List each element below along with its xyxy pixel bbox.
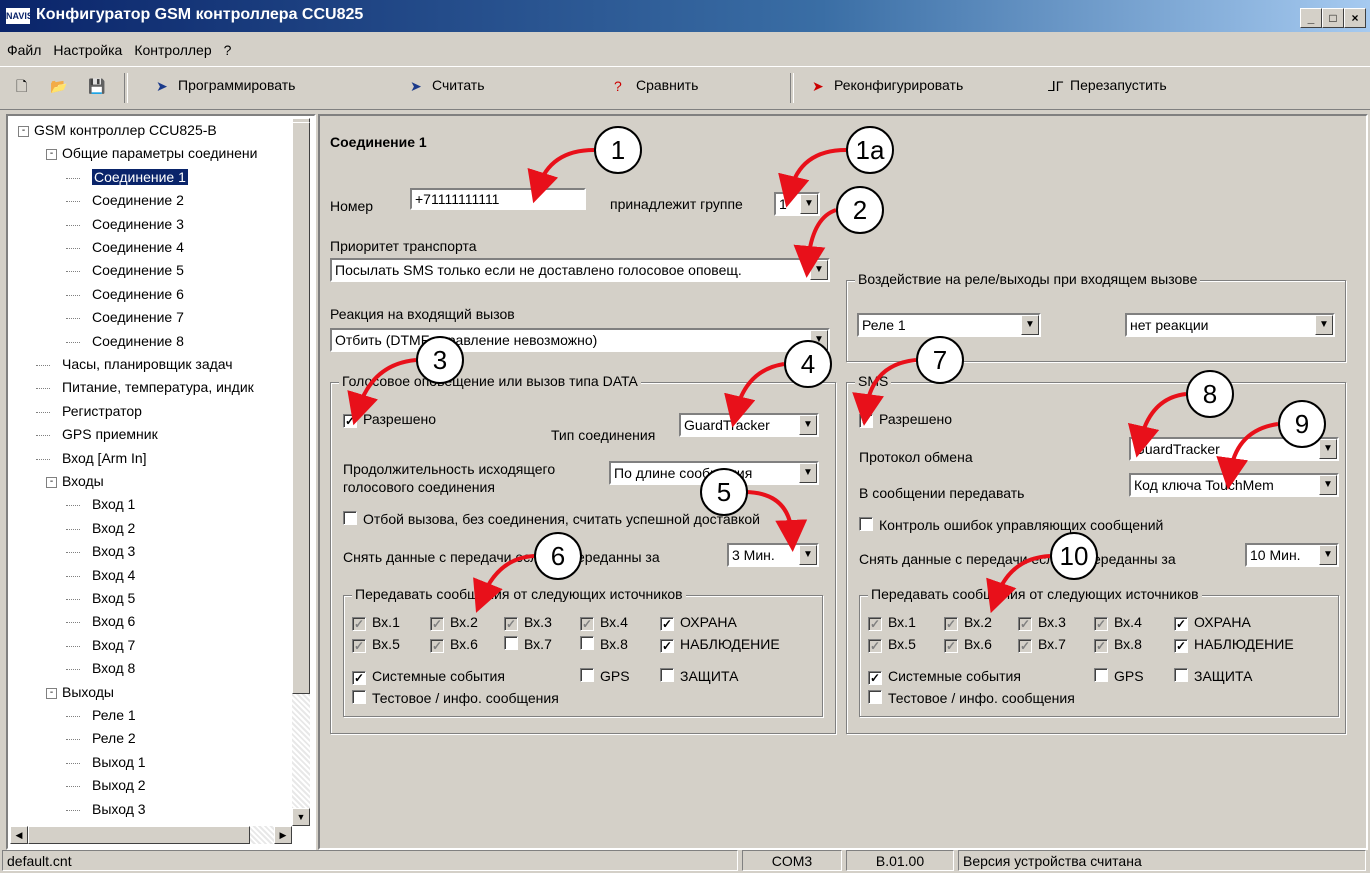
status-file: default.cnt: [2, 850, 738, 871]
callout-7: 7: [916, 336, 964, 384]
arrow-9: [1216, 422, 1279, 490]
arrow-5: [743, 490, 808, 552]
arrow-6: [473, 554, 535, 613]
callout-8: 8: [1186, 370, 1234, 418]
arrow-1a: [778, 148, 847, 208]
callout-9: 9: [1278, 400, 1326, 448]
status-port: COM3: [742, 850, 842, 871]
status-version: B.01.00: [846, 850, 954, 871]
status-bar: default.cnt COM3 B.01.00 Версия устройст…: [0, 848, 1370, 873]
callout-10: 10: [1050, 532, 1098, 580]
arrow-1: [527, 148, 595, 204]
status-message: Версия устройства считана: [958, 850, 1366, 871]
callout-6: 6: [534, 532, 582, 580]
callout-2: 2: [836, 186, 884, 234]
callout-1a: 1a: [846, 126, 894, 174]
callout-1: 1: [594, 126, 642, 174]
callout-5: 5: [700, 468, 748, 516]
arrow-7: [852, 358, 917, 426]
arrow-3: [347, 358, 417, 426]
arrow-2: [793, 208, 837, 278]
arrow-8: [1127, 392, 1187, 458]
callout-4: 4: [784, 340, 832, 388]
annotation-arrows: [347, 148, 1279, 614]
arrow-4: [724, 362, 785, 428]
callout-3: 3: [416, 336, 464, 384]
arrow-10: [986, 554, 1051, 614]
